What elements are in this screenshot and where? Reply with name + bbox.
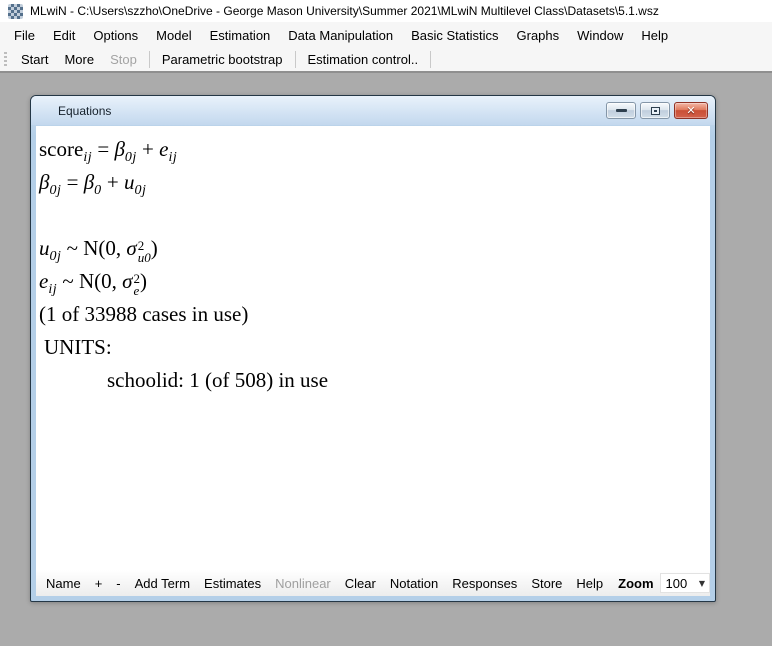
toolbar-separator xyxy=(430,51,431,68)
equations-area[interactable]: scoreij = β0j + eijβ0j = β0 + u0j u0j ~ N… xyxy=(36,126,710,570)
mdi-client-area: Equations ✕ scoreij = β0j + eijβ0j = β0 … xyxy=(0,73,772,646)
close-icon: ✕ xyxy=(686,105,695,116)
estimation-toolbar: StartMoreStop Parametric bootstrap Estimat… xyxy=(0,48,772,73)
equation-line: u0j ~ N(0, σ2u0) xyxy=(39,232,710,265)
equations-toolbar-button-store[interactable]: Store xyxy=(524,576,569,591)
menu-item-data-manipulation[interactable]: Data Manipulation xyxy=(279,24,402,47)
minimize-button[interactable] xyxy=(606,102,636,119)
minimize-icon xyxy=(616,109,627,112)
menu-item-model[interactable]: Model xyxy=(147,24,200,47)
restore-button[interactable] xyxy=(640,102,670,119)
menu-item-options[interactable]: Options xyxy=(84,24,147,47)
toolbar-button-more[interactable]: More xyxy=(56,49,102,70)
equation-line xyxy=(39,199,710,232)
equation-line: schoolid: 1 (of 508) in use xyxy=(39,364,710,397)
equations-bottom-toolbar: Name+-Add TermEstimatesNonlinearClearNot… xyxy=(36,570,710,596)
equations-toolbar-button-estimates[interactable]: Estimates xyxy=(197,576,268,591)
equation-line: β0j = β0 + u0j xyxy=(39,166,710,199)
menu-item-basic-statistics[interactable]: Basic Statistics xyxy=(402,24,507,47)
toolbar-button-start[interactable]: Start xyxy=(13,49,56,70)
equation-line: UNITS: xyxy=(39,331,710,364)
equations-titlebar[interactable]: Equations ✕ xyxy=(31,96,715,125)
equations-toolbar-button-clear[interactable]: Clear xyxy=(338,576,383,591)
toolbar-button-estimation-control[interactable]: Estimation control.. xyxy=(300,49,427,70)
sigma-squared-supsub: 2u0 xyxy=(138,239,151,264)
chevron-down-icon: ▼ xyxy=(699,579,705,588)
equations-toolbar-button-add-term[interactable]: Add Term xyxy=(128,576,197,591)
equations-window: Equations ✕ scoreij = β0j + eijβ0j = β0 … xyxy=(30,95,716,602)
toolbar-separator xyxy=(295,51,296,68)
menu-item-window[interactable]: Window xyxy=(568,24,632,47)
menu-item-file[interactable]: File xyxy=(5,24,44,47)
equations-toolbar-button-name[interactable]: Name xyxy=(39,576,88,591)
equations-toolbar-button-responses[interactable]: Responses xyxy=(445,576,524,591)
equations-toolbar-button-item[interactable]: - xyxy=(109,576,127,591)
zoom-select[interactable]: 100 ▼ xyxy=(660,573,710,593)
equation-line: scoreij = β0j + eij xyxy=(39,133,710,166)
mlwin-app-icon xyxy=(8,4,23,19)
zoom-label: Zoom xyxy=(610,576,659,591)
equations-toolbar-button-+[interactable]: + xyxy=(88,576,110,591)
main-window-title: MLwiN - C:\Users\szzho\OneDrive - George… xyxy=(30,4,659,18)
toolbar-separator xyxy=(149,51,150,68)
equations-toolbar-button-nonlinear: Nonlinear xyxy=(268,576,338,591)
zoom-value: 100 xyxy=(666,576,688,591)
menu-item-help[interactable]: Help xyxy=(632,24,677,47)
equation-line: (1 of 33988 cases in use) xyxy=(39,298,710,331)
menu-bar: FileEditOptionsModelEstimationData Manip… xyxy=(0,22,772,48)
equation-line: eij ~ N(0, σ2e) xyxy=(39,265,710,298)
equations-toolbar-button-notation[interactable]: Notation xyxy=(383,576,445,591)
equations-toolbar-button-help[interactable]: Help xyxy=(569,576,610,591)
menu-item-edit[interactable]: Edit xyxy=(44,24,84,47)
equations-window-title: Equations xyxy=(58,104,111,118)
toolbar-button-stop: Stop xyxy=(102,49,145,70)
main-titlebar: MLwiN - C:\Users\szzho\OneDrive - George… xyxy=(0,0,772,22)
toolbar-button-parametric-bootstrap[interactable]: Parametric bootstrap xyxy=(154,49,291,70)
close-button[interactable]: ✕ xyxy=(674,102,708,119)
restore-icon xyxy=(651,107,660,115)
toolbar-grip-handle[interactable] xyxy=(4,52,7,68)
menu-item-graphs[interactable]: Graphs xyxy=(508,24,569,47)
window-controls: ✕ xyxy=(606,102,708,119)
menu-item-estimation[interactable]: Estimation xyxy=(201,24,280,47)
